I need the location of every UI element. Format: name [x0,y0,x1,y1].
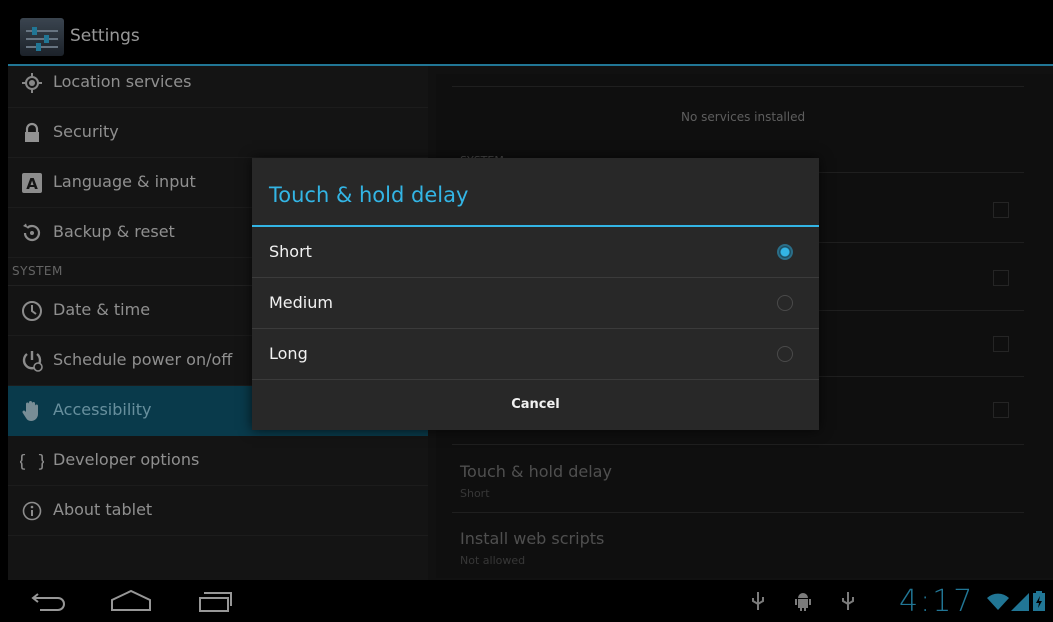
cancel-button[interactable]: Cancel [252,378,819,430]
settings-app: Settings Location services Security A La… [8,8,1053,622]
dialog-title: Touch & hold delay [269,183,469,207]
option-short[interactable]: Short [252,227,819,278]
touch-hold-delay-dialog: Touch & hold delay Short Medium Long Can… [252,158,819,430]
option-label: Short [269,242,312,261]
option-label: Medium [269,293,333,312]
option-long[interactable]: Long [252,329,819,380]
radio-selected-icon[interactable] [777,244,793,260]
radio-unselected-icon[interactable] [777,295,793,311]
radio-unselected-icon[interactable] [777,346,793,362]
option-medium[interactable]: Medium [252,278,819,329]
option-label: Long [269,344,308,363]
